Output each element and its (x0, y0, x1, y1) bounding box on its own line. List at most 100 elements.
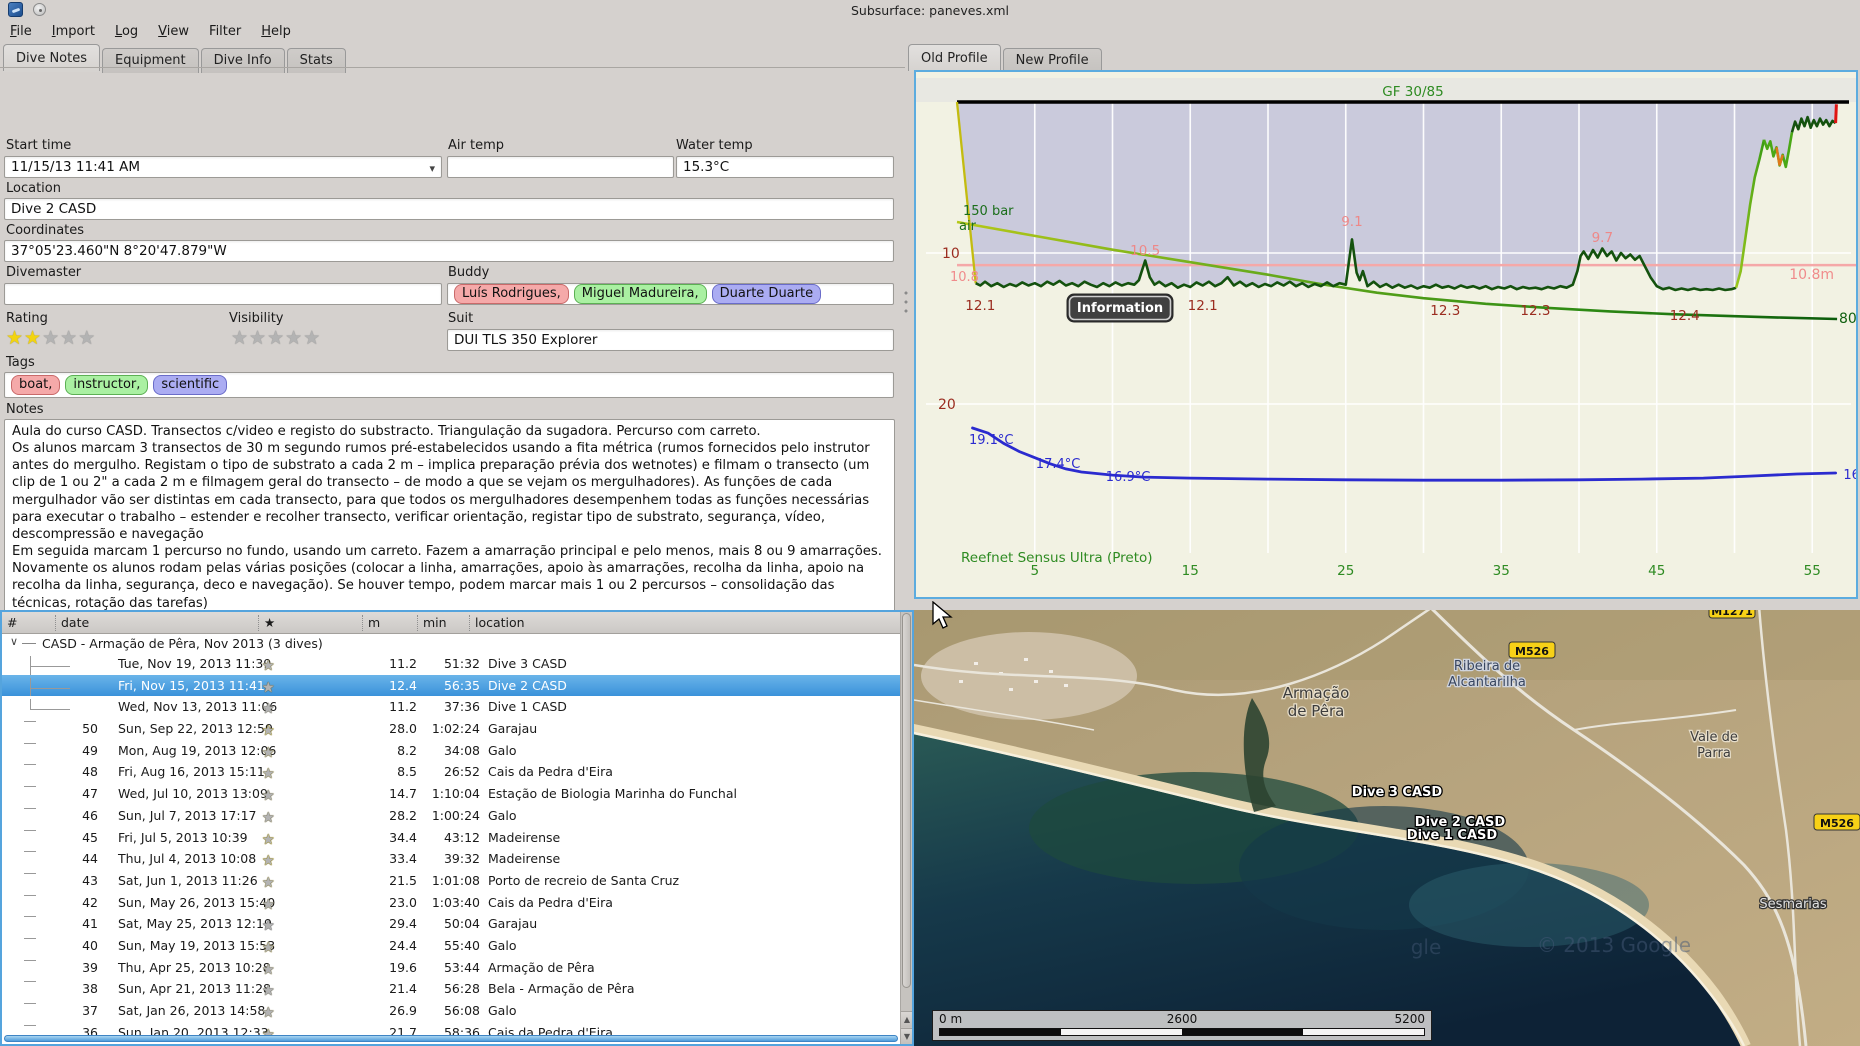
column-separator[interactable] (362, 615, 363, 631)
table-row[interactable]: 42 Sun, May 26, 2013 15:40 ★ ★ ★ ★ ★ 23.0 1:03:4… (2, 892, 912, 914)
dive-location: Dive 3 CASD (488, 656, 567, 671)
star-icon[interactable]: ★ (262, 745, 275, 761)
star-icon[interactable]: ★ (60, 327, 78, 349)
air-temp-input[interactable] (447, 156, 674, 178)
star-icon[interactable]: ★ (262, 1005, 275, 1021)
star-icon[interactable]: ★ (262, 853, 275, 869)
coordinates-input[interactable]: 37°05'23.460"N 8°20'47.879"W (4, 240, 894, 262)
star-icon[interactable]: ★ (262, 918, 275, 934)
column-header-num[interactable]: # (7, 615, 17, 630)
collapse-chevron-icon[interactable]: ∨ (10, 635, 18, 648)
dive-profile-chart[interactable]: GF 30/85 10 20 5 15 25 35 45 55 Reefnet Sensus Ul… (914, 70, 1860, 599)
dive-site-map[interactable]: Armação de Pêra Ribeira de Alcantarilha Vale… (914, 610, 1860, 1046)
star-icon[interactable]: ★ (262, 897, 275, 913)
table-row[interactable]: 38 Sun, Apr 21, 2013 11:28 ★ ★ ★ ★ ★ 21.4 56:28 B… (2, 978, 912, 1000)
star-icon[interactable]: ★ (42, 327, 60, 349)
dive-date: Wed, Nov 13, 2013 11:06 (118, 699, 278, 715)
rating-stars[interactable]: ★★★★★ (6, 329, 96, 348)
dive-list-header[interactable]: # date ★ m min location (2, 612, 912, 634)
splitter-handle[interactable] (904, 290, 908, 316)
star-icon[interactable]: ★ (262, 788, 275, 804)
table-row[interactable]: Fri, Nov 15, 2013 11:41 ★ ★ ★ ★ ★ 12.4 56:35 Div… (2, 674, 912, 697)
column-header-m[interactable]: m (368, 615, 380, 630)
star-icon[interactable]: ★ (262, 810, 275, 826)
table-row[interactable]: Wed, Nov 13, 2013 11:06 ★ ★ ★ ★ ★ 11.2 37:36 Div… (2, 696, 912, 718)
table-row[interactable]: 45 Fri, Jul 5, 2013 10:39 ★ ★ ★ ★ ★ 34.4 43:12 Ma… (2, 827, 912, 849)
table-row[interactable]: 46 Sun, Jul 7, 2013 17:17 ★ ★ ★ ★ ★ 28.2 1:00:24… (2, 805, 912, 827)
column-separator[interactable] (55, 615, 56, 631)
tags-input[interactable]: boat, instructor, scientific (4, 372, 894, 398)
column-separator[interactable] (417, 615, 418, 631)
trip-group-row[interactable]: ∨ CASD - Armação de Pêra, Nov 2013 (3 div… (2, 634, 912, 653)
column-header-location[interactable]: location (475, 615, 525, 630)
chevron-down-icon[interactable]: ▾ (429, 160, 435, 177)
divemaster-input[interactable] (4, 283, 442, 305)
location-input[interactable]: Dive 2 CASD (4, 198, 894, 220)
star-icon[interactable]: ★ (262, 983, 275, 999)
menu-help[interactable]: Help (251, 21, 301, 43)
dive-duration: 43:12 (443, 829, 480, 845)
menu-import[interactable]: Import (42, 21, 105, 43)
column-separator[interactable] (469, 615, 470, 631)
horizontal-scrollbar[interactable] (4, 1035, 898, 1042)
road-shield: M526 (1508, 641, 1556, 659)
star-icon[interactable]: ★ (262, 658, 275, 674)
dive-duration: 1:03:40 (431, 894, 480, 910)
table-row[interactable]: 48 Fri, Aug 16, 2013 15:11 ★ ★ ★ ★ ★ 8.5 26:52 Ca… (2, 761, 912, 783)
star-icon[interactable]: ★ (262, 962, 275, 978)
menu-log[interactable]: Log (105, 21, 148, 43)
start-time-combobox[interactable]: 11/15/13 11:41 AM ▾ (4, 156, 442, 178)
table-row[interactable]: 41 Sat, May 25, 2013 12:19 ★ ★ ★ ★ ★ 29.4 50:04 G… (2, 913, 912, 935)
dive-number: 50 (82, 721, 98, 737)
table-row[interactable]: 39 Thu, Apr 25, 2013 10:28 ★ ★ ★ ★ ★ 19.6 53:44 A… (2, 957, 912, 979)
column-header-★[interactable]: ★ (264, 615, 275, 630)
menu-file[interactable]: File (0, 21, 42, 43)
column-header-date[interactable]: date (61, 615, 89, 630)
scrollbar-thumb[interactable] (902, 613, 911, 988)
star-icon[interactable]: ★ (6, 327, 24, 349)
star-icon[interactable]: ★ (262, 875, 275, 891)
star-icon[interactable]: ★ (303, 327, 321, 349)
dive-number: 38 (82, 981, 98, 997)
star-icon[interactable]: ★ (24, 327, 42, 349)
buddy-input[interactable]: Luís Rodrigues, Miguel Madureira, Duarte D… (447, 283, 894, 305)
scroll-down-button[interactable]: ▼ (901, 1028, 912, 1044)
information-button[interactable]: Information (1066, 293, 1174, 323)
star-icon[interactable]: ★ (285, 327, 303, 349)
table-row[interactable]: 49 Mon, Aug 19, 2013 12:06 ★ ★ ★ ★ ★ 8.2 34:08 Ga… (2, 740, 912, 762)
star-icon[interactable]: ★ (262, 766, 275, 782)
table-row[interactable]: 44 Thu, Jul 4, 2013 10:08 ★ ★ ★ ★ ★ 33.4 39:32 Ma… (2, 848, 912, 870)
dive-location: Garajau (488, 721, 538, 737)
dive-list-table[interactable]: # date ★ m min location ∨ CASD - Armação de Pê… (0, 610, 914, 1046)
visibility-stars[interactable]: ★★★★★ (231, 329, 321, 348)
tab-old-profile[interactable]: Old Profile (908, 44, 1001, 71)
table-row[interactable]: 47 Wed, Jul 10, 2013 13:09 ★ ★ ★ ★ ★ 14.7 1:10:0… (2, 783, 912, 805)
table-row[interactable]: 37 Sat, Jan 26, 2013 14:58 ★ ★ ★ ★ ★ 26.9 56:08 G… (2, 1000, 912, 1022)
suit-input[interactable]: DUI TLS 350 Explorer (447, 329, 894, 351)
star-icon[interactable]: ★ (231, 327, 249, 349)
menu-view[interactable]: View (148, 21, 199, 43)
dive-date: Wed, Jul 10, 2013 13:09 (118, 786, 268, 802)
dive-duration: 1:10:04 (431, 786, 480, 802)
table-row[interactable]: 50 Sun, Sep 22, 2013 12:59 ★ ★ ★ ★ ★ 28.0 1:02:2… (2, 718, 912, 740)
dive-duration: 51:32 (443, 656, 480, 671)
star-icon[interactable]: ★ (267, 327, 285, 349)
star-icon[interactable]: ★ (78, 327, 96, 349)
star-icon[interactable]: ★ (262, 832, 275, 848)
water-temp-input[interactable]: 15.3°C (676, 156, 894, 178)
star-icon[interactable]: ★ (262, 680, 275, 696)
vertical-scrollbar[interactable]: ▲ ▼ (900, 612, 912, 1044)
table-row[interactable]: 43 Sat, Jun 1, 2013 11:26 ★ ★ ★ ★ ★ 21.5 1:01:08… (2, 870, 912, 892)
scroll-up-button[interactable]: ▲ (901, 1011, 912, 1027)
dive-duration: 50:04 (443, 916, 480, 932)
star-icon[interactable]: ★ (262, 940, 275, 956)
star-icon[interactable]: ★ (249, 327, 267, 349)
column-header-min[interactable]: min (423, 615, 447, 630)
table-row[interactable]: Tue, Nov 19, 2013 11:39 ★ ★ ★ ★ ★ 11.2 51:32 Div… (2, 653, 912, 675)
table-row[interactable]: 40 Sun, May 19, 2013 15:53 ★ ★ ★ ★ ★ 24.4 55:40 G… (2, 935, 912, 957)
star-icon[interactable]: ★ (262, 723, 275, 739)
column-separator[interactable] (258, 615, 259, 631)
menu-filter[interactable]: Filter (199, 21, 251, 43)
star-icon[interactable]: ★ (262, 701, 275, 717)
svg-text:GF 30/85: GF 30/85 (1382, 84, 1443, 100)
